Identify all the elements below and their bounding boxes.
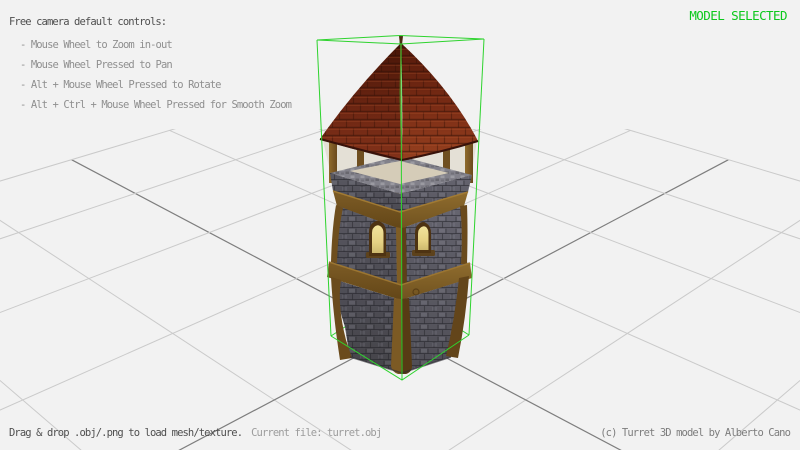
help-item: - Alt + Ctrl + Mouse Wheel Pressed for S… [20, 100, 291, 112]
drop-hint: Drag & drop .obj/.png to load mesh/textu… [9, 427, 242, 439]
viewport-3d[interactable]: Free camera default controls: - Mouse Wh… [0, 0, 800, 450]
grid-line [170, 130, 800, 450]
grid-line [0, 130, 630, 450]
help-title: Free camera default controls: [9, 17, 166, 29]
current-file-label: Current file: turret.obj [251, 427, 381, 439]
help-item: - Mouse Wheel Pressed to Pan [20, 60, 172, 72]
help-item: - Alt + Mouse Wheel Pressed to Rotate [20, 80, 221, 92]
model-credit: (c) Turret 3D model by Alberto Cano [600, 428, 790, 440]
roof [320, 36, 478, 160]
turret-model[interactable] [320, 36, 478, 374]
model-selected-badge: MODEL SELECTED [689, 9, 787, 23]
help-item: - Mouse Wheel to Zoom in-out [20, 40, 172, 52]
footer-status: Drag & drop .obj/.png to load mesh/textu… [9, 428, 381, 440]
